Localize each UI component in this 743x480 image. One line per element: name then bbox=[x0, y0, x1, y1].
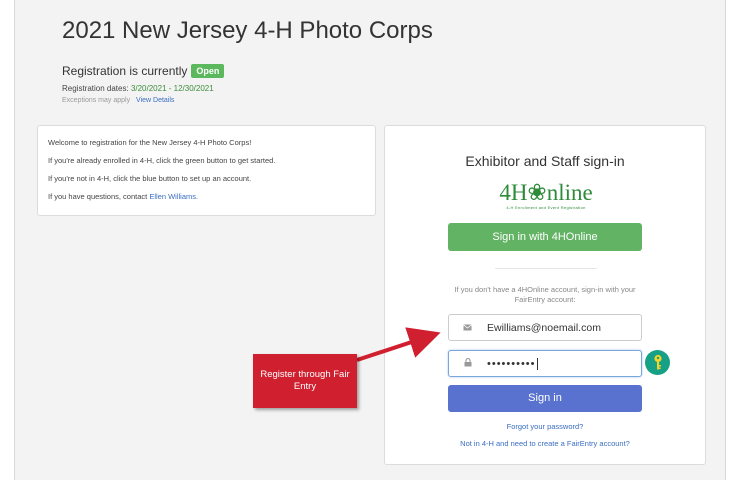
dates-value: 3/20/2021 - 12/30/2021 bbox=[130, 84, 214, 93]
welcome-line-1: Welcome to registration for the New Jers… bbox=[48, 138, 252, 147]
welcome-line-4: If you have questions, contact Ellen Wil… bbox=[48, 188, 365, 206]
key-icon[interactable] bbox=[645, 350, 670, 375]
page-title: 2021 New Jersey 4-H Photo Corps bbox=[62, 17, 433, 44]
divider bbox=[495, 268, 597, 269]
view-details-link[interactable]: View Details bbox=[136, 97, 174, 104]
welcome-line-3: If you're not in 4-H, click the blue but… bbox=[48, 174, 252, 183]
create-account-link[interactable]: Not in 4-H and need to create a FairEntr… bbox=[385, 439, 705, 448]
registration-dates: Registration dates: 3/20/2021 - 12/30/20… bbox=[62, 84, 214, 93]
welcome-line-2: If you're already enrolled in 4-H, click… bbox=[48, 156, 276, 165]
fairentry-helper-text: If you don't have a 4HOnline account, si… bbox=[454, 285, 636, 304]
password-value: •••••••••• bbox=[487, 357, 536, 370]
signin-title: Exhibitor and Staff sign-in bbox=[465, 153, 625, 169]
text-caret bbox=[536, 357, 538, 370]
welcome-panel: Welcome to registration for the New Jers… bbox=[37, 125, 376, 216]
exceptions-text: Exceptions may apply bbox=[62, 97, 131, 104]
lock-icon bbox=[462, 357, 473, 369]
signin-panel: Exhibitor and Staff sign-in 4H❀nline 4-H… bbox=[384, 125, 706, 465]
sign-in-4honline-button[interactable]: Sign in with 4HOnline bbox=[448, 223, 642, 251]
4honline-logo: 4H❀nline 4-H Enrollment and Event Regist… bbox=[485, 181, 607, 217]
sign-in-button[interactable]: Sign in bbox=[448, 385, 642, 412]
exceptions-note: Exceptions may apply View Details bbox=[62, 97, 174, 104]
registration-status: Registration is currently Open bbox=[62, 64, 225, 78]
contact-link[interactable]: Ellen Williams. bbox=[149, 192, 198, 201]
forgot-password-link[interactable]: Forgot your password? bbox=[385, 422, 705, 431]
registration-label: Registration is currently bbox=[62, 64, 188, 78]
email-field[interactable]: Ewilliams@noemail.com bbox=[448, 314, 642, 341]
status-badge: Open bbox=[191, 64, 225, 78]
password-field[interactable]: •••••••••• bbox=[448, 350, 642, 377]
register-callout: Register through Fair Entry bbox=[253, 354, 357, 408]
dates-label: Registration dates: bbox=[62, 84, 129, 93]
logo-text: 4H❀nline bbox=[499, 180, 593, 205]
email-value: Ewilliams@noemail.com bbox=[487, 321, 601, 334]
envelope-icon bbox=[462, 323, 473, 333]
contact-prefix: If you have questions, contact bbox=[48, 192, 148, 201]
logo-subtext: 4-H Enrollment and Event Registration bbox=[506, 205, 586, 210]
